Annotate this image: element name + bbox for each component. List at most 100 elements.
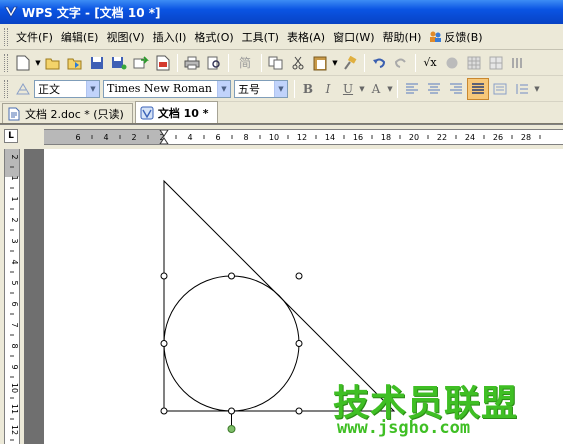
underline-button[interactable]: U xyxy=(338,78,358,100)
rotate-handle[interactable] xyxy=(227,425,236,433)
menu-tools-label: 工具(T) xyxy=(241,30,279,44)
cut-button[interactable] xyxy=(287,52,309,74)
menu-edit[interactable]: 编辑(E) xyxy=(57,26,103,48)
undo-button[interactable] xyxy=(368,52,390,74)
toolbar1-grip-handle[interactable] xyxy=(4,53,8,72)
copy-icon xyxy=(268,56,283,69)
horizontal-ruler-row: L 6 4 2 2 4 6 8 10 12 14 16 18 20 22 24 26 28 xyxy=(0,125,563,149)
menu-feedback[interactable]: 反馈(B) xyxy=(425,26,486,48)
resize-handle-bottom[interactable] xyxy=(228,407,235,415)
menubar-grip-handle[interactable] xyxy=(4,27,8,46)
toolbar-separator xyxy=(261,53,262,72)
font-color-a-icon: A xyxy=(371,81,381,96)
line-spacing-button[interactable] xyxy=(511,78,533,100)
resize-handle-bottom-right[interactable] xyxy=(295,407,303,415)
chevron-down-icon: ▼ xyxy=(86,80,99,97)
menu-help[interactable]: 帮助(H) xyxy=(379,26,426,48)
tab-document-2[interactable]: 文档 2.doc * (只读) xyxy=(2,103,133,123)
export-pdf-button[interactable] xyxy=(152,52,174,74)
menu-window[interactable]: 窗口(W) xyxy=(329,26,378,48)
wps-writer-app-icon[interactable] xyxy=(4,5,18,19)
menu-format[interactable]: 格式(O) xyxy=(190,26,237,48)
table-grid-icon xyxy=(467,56,481,69)
print-button[interactable] xyxy=(181,52,203,74)
resize-handle-right[interactable] xyxy=(295,340,303,347)
toolbar2-grip-handle[interactable] xyxy=(4,79,8,98)
tab-stop-selector-button[interactable]: L xyxy=(4,129,18,143)
ruler-tick-label: 9 xyxy=(10,364,19,369)
menu-edit-label: 编辑(E) xyxy=(60,30,99,44)
paste-dropdown-button[interactable]: ▼ xyxy=(331,52,339,74)
menu-tools[interactable]: 工具(T) xyxy=(238,26,283,48)
insert-chart-button[interactable] xyxy=(441,52,463,74)
watermark-url-text: www.jsgho.com xyxy=(337,418,471,438)
new-dropdown-button[interactable]: ▼ xyxy=(34,52,42,74)
save-as-button[interactable] xyxy=(108,52,130,74)
italic-button[interactable]: I xyxy=(318,78,338,100)
align-center-icon xyxy=(428,82,440,94)
menu-view[interactable]: 视图(V) xyxy=(102,26,148,48)
format-painter-button[interactable] xyxy=(339,52,361,74)
insert-table-button[interactable] xyxy=(463,52,485,74)
formatting-toolbar: 正文 ▼ Times New Roman ▼ 五号 ▼ B I U ▼ A ▼ ▼ xyxy=(0,76,563,102)
font-size-select-value: 五号 xyxy=(238,82,260,96)
menu-insert[interactable]: 插入(I) xyxy=(149,26,191,48)
resize-handle-top[interactable] xyxy=(228,272,235,280)
style-select[interactable]: 正文 ▼ xyxy=(34,79,100,98)
send-email-button[interactable] xyxy=(130,52,152,74)
resize-handle-bottom-left[interactable] xyxy=(160,407,168,415)
resize-handle-top-left[interactable] xyxy=(160,272,168,280)
save-as-icon xyxy=(112,56,127,69)
folder-arrow-icon xyxy=(67,58,82,69)
window-title: WPS 文字 - [文档 10 *] xyxy=(22,5,161,20)
ruler-tick-label: 20 xyxy=(409,133,419,142)
chevron-down-icon: ▼ xyxy=(274,80,287,97)
font-size-select[interactable]: 五号 ▼ xyxy=(234,79,288,98)
menu-table[interactable]: 表格(A) xyxy=(283,26,329,48)
redo-button[interactable] xyxy=(390,52,412,74)
ruler-tick-label: 7 xyxy=(10,322,19,327)
open-recent-button[interactable] xyxy=(64,52,86,74)
save-button[interactable] xyxy=(86,52,108,74)
underline-dropdown-button[interactable]: ▼ xyxy=(358,78,366,100)
paste-button[interactable] xyxy=(309,52,331,74)
font-select[interactable]: Times New Roman ▼ xyxy=(103,79,231,98)
tab-document-10-label: 文档 10 * xyxy=(157,106,209,120)
resize-handle-left[interactable] xyxy=(160,340,168,347)
new-document-button[interactable] xyxy=(12,52,34,74)
columns-button[interactable] xyxy=(507,52,529,74)
align-left-button[interactable] xyxy=(401,78,423,100)
vertical-ruler[interactable]: 2112345678910111213 xyxy=(4,149,20,444)
line-spacing-dropdown-button[interactable]: ▼ xyxy=(533,78,541,100)
align-center-button[interactable] xyxy=(423,78,445,100)
print-preview-button[interactable] xyxy=(203,52,225,74)
insert-grid-button[interactable] xyxy=(485,52,507,74)
menu-file[interactable]: 文件(F) xyxy=(12,26,57,48)
open-button[interactable] xyxy=(42,52,64,74)
simplified-convert-button[interactable]: 简 xyxy=(232,52,258,74)
horizontal-ruler[interactable]: 6 4 2 2 4 6 8 10 12 14 16 18 20 22 24 26 28 xyxy=(44,129,563,145)
tab-document-10[interactable]: 文档 10 * xyxy=(134,101,218,123)
toolbar-separator xyxy=(397,79,398,98)
justify-button[interactable] xyxy=(467,77,489,100)
feedback-people-icon xyxy=(430,31,442,42)
vertical-ruler-scale: 2112345678910111213 xyxy=(10,154,19,441)
menu-table-label: 表格(A) xyxy=(286,30,326,44)
font-color-button[interactable]: A xyxy=(366,78,386,100)
insert-formula-button[interactable]: √x xyxy=(419,52,441,74)
toolbar-separator xyxy=(415,53,416,72)
ruler-tick-label: 1 xyxy=(10,196,19,201)
toolbar-separator xyxy=(228,53,229,72)
resize-handle-top-right[interactable] xyxy=(295,272,303,280)
undo-arrow-icon xyxy=(373,58,386,68)
ruler-tick-label: 12 xyxy=(10,425,19,435)
distribute-button[interactable] xyxy=(489,78,511,100)
ruler-tick-label: 26 xyxy=(493,133,503,142)
bold-button[interactable]: B xyxy=(298,78,318,100)
toolbar-separator xyxy=(177,53,178,72)
align-right-button[interactable] xyxy=(445,78,467,100)
styles-pane-button[interactable] xyxy=(12,78,34,100)
font-color-dropdown-button[interactable]: ▼ xyxy=(386,78,394,100)
format-painter-brush-icon xyxy=(344,55,357,70)
copy-button[interactable] xyxy=(265,52,287,74)
